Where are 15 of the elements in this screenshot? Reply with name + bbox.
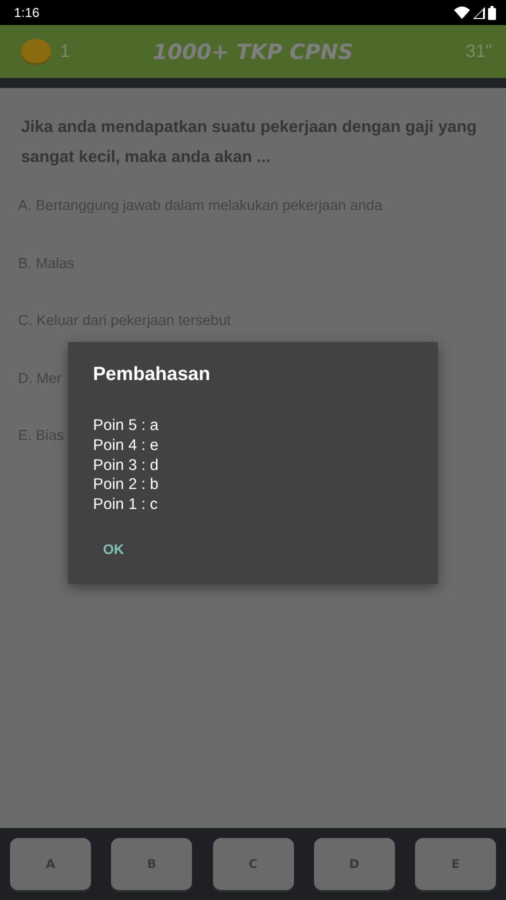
timer: 31" [466, 41, 492, 62]
status-time: 1:16 [14, 5, 40, 20]
dialog-line: Poin 3 : d [93, 456, 160, 476]
dialog-line: Poin 1 : c [93, 495, 159, 515]
wifi-icon [454, 6, 470, 19]
dialog-line: Poin 4 : e [93, 436, 160, 456]
coin-icon [20, 38, 52, 66]
dialog-title: Pembahasan [93, 364, 212, 386]
dialog-line: Poin 2 : b [93, 475, 160, 496]
app-title: 1000+ TKP CPNS [152, 40, 354, 64]
battery-icon [488, 6, 496, 20]
ok-button[interactable]: OK [95, 536, 132, 561]
coin-count: 1 [60, 41, 70, 62]
dialog-line: Poin 5 : a [93, 416, 160, 436]
signal-icon [473, 6, 485, 18]
